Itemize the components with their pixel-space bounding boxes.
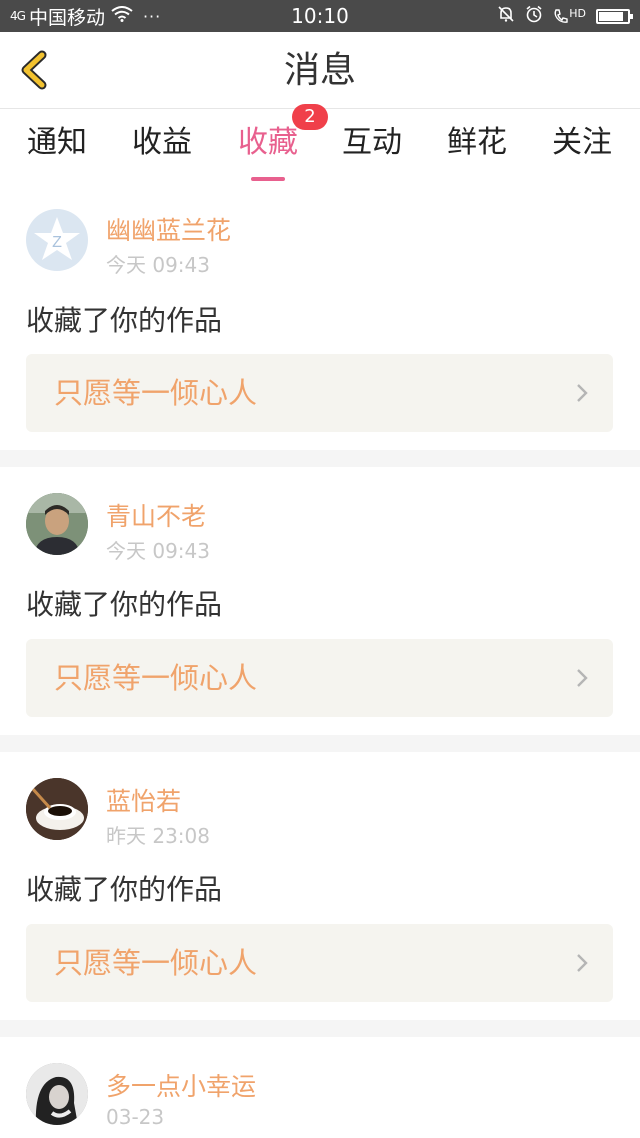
silent-bell-icon [497,5,515,27]
unread-badge: 2 [292,104,328,130]
username[interactable]: 幽幽蓝兰花 [106,211,231,247]
action-text: 收藏了你的作品 [26,873,223,906]
avatar[interactable] [26,778,88,840]
tab-follows[interactable]: 关注 [530,123,634,181]
tab-label: 鲜花 [447,125,507,160]
action-text: 收藏了你的作品 [26,304,223,337]
user-photo-icon [26,1063,88,1125]
timestamp: 昨天 23:08 [106,824,210,848]
active-tab-indicator [251,177,285,181]
list-item: 多一点小幸运 03-23 [0,1037,640,1138]
chevron-right-icon [577,384,588,402]
tab-interactions[interactable]: 互动 [320,123,424,181]
battery-icon [596,8,633,24]
coffee-photo-icon [26,778,88,840]
tab-label: 通知 [27,125,87,160]
avatar[interactable]: Z [26,209,88,271]
list-item: 蓝怡若 昨天 23:08 收藏了你的作品 只愿等一倾心人 [0,752,640,1020]
alarm-icon [525,5,543,27]
username[interactable]: 蓝怡若 [106,782,181,818]
tab-label: 关注 [552,125,612,160]
chevron-right-icon [577,954,588,972]
battery-level [599,11,623,21]
work-link[interactable]: 只愿等一倾心人 [26,639,613,717]
tab-label: 互动 [342,125,402,160]
user-photo-icon [26,493,88,555]
nav-bar: 消息 [0,32,640,109]
timestamp: 今天 09:43 [106,539,210,563]
list-item: Z 幽幽蓝兰花 今天 09:43 收藏了你的作品 只愿等一倾心人 [0,185,640,450]
work-link[interactable]: 只愿等一倾心人 [26,354,613,432]
username[interactable]: 青山不老 [106,497,206,533]
timestamp: 今天 09:43 [106,253,210,277]
username[interactable]: 多一点小幸运 [106,1067,256,1103]
status-bar: 4G 中国移动 ··· 10:10 HD [0,0,640,32]
avatar[interactable] [26,1063,88,1125]
work-link[interactable]: 只愿等一倾心人 [26,924,613,1002]
tab-label: 收益 [132,125,192,160]
page-title: 消息 [283,50,356,91]
hd-label: HD [569,7,586,20]
svg-text:Z: Z [52,234,62,251]
action-text: 收藏了你的作品 [26,588,223,621]
tab-favorites[interactable]: 收藏 [216,123,320,181]
avatar[interactable] [26,493,88,555]
default-avatar-icon: Z [34,217,80,260]
tab-label: 收藏 [238,125,298,160]
hd-call-icon: HD [553,7,586,25]
work-title: 只愿等一倾心人 [54,946,258,980]
status-right: HD [497,0,633,32]
list-item: 青山不老 今天 09:43 收藏了你的作品 只愿等一倾心人 [0,467,640,735]
timestamp: 03-23 [106,1105,165,1129]
tab-flowers[interactable]: 鲜花 [425,123,529,181]
tab-earnings[interactable]: 收益 [110,123,214,181]
chevron-right-icon [577,669,588,687]
work-title: 只愿等一倾心人 [54,661,258,695]
work-title: 只愿等一倾心人 [54,376,258,410]
tab-notifications[interactable]: 通知 [5,123,109,181]
